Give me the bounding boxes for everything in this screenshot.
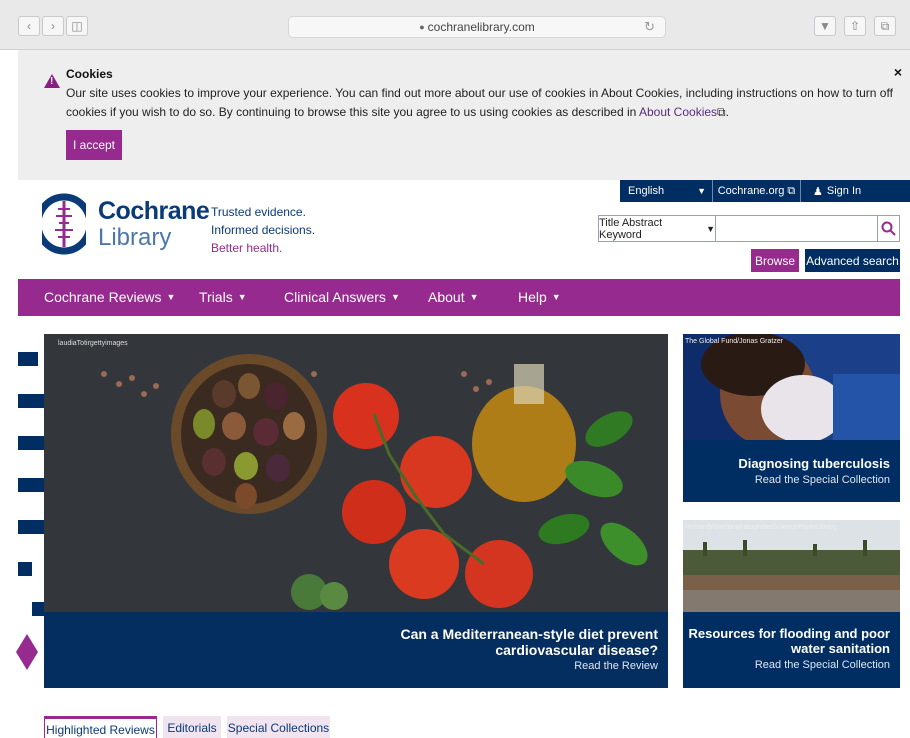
reload-icon[interactable]: ↻: [644, 19, 655, 35]
cookie-banner: Cookies Our site uses cookies to improve…: [18, 50, 910, 180]
cochrane-org-label: Cochrane.org: [717, 185, 785, 197]
forward-button[interactable]: ›: [42, 16, 64, 36]
card-title[interactable]: Resources for flooding and poor water sa…: [685, 626, 890, 656]
tab-editorials[interactable]: Editorials: [163, 716, 221, 738]
cochrane-org-link[interactable]: Cochrane.org ⧉: [713, 180, 801, 202]
cookie-text-end: .: [725, 105, 729, 119]
caret-down-icon: ▼: [390, 292, 400, 302]
card-photo-child: [683, 334, 900, 440]
language-select[interactable]: English ▼: [620, 180, 713, 202]
accept-cookies-button[interactable]: I accept: [66, 130, 122, 160]
sign-in-label: Sign In: [826, 185, 862, 197]
card-title[interactable]: Diagnosing tuberculosis: [685, 456, 890, 471]
about-cookies-link[interactable]: About Cookies: [639, 105, 717, 119]
nav-about[interactable]: About ▼: [428, 289, 479, 305]
external-link-icon: ⧉: [787, 184, 796, 197]
nav-label: Clinical Answers: [284, 289, 386, 305]
nav-label: Cochrane Reviews: [44, 289, 162, 305]
hero-feature[interactable]: laudiaTotirgettyimages Can a Mediterrane…: [44, 334, 668, 688]
sidebar-toggle-button[interactable]: ◫: [66, 16, 88, 36]
card-read-link[interactable]: Read the Special Collection: [755, 659, 890, 671]
download-icon: ▼: [819, 19, 831, 33]
hero-image-credit: laudiaTotirgettyimages: [58, 340, 128, 347]
cookie-text-body: Our site uses cookies to improve your ex…: [66, 86, 893, 119]
search-input[interactable]: [716, 215, 878, 242]
sidebar-icon: ◫: [71, 19, 83, 33]
share-button[interactable]: ⇧: [844, 16, 866, 36]
nav-trials[interactable]: Trials ▼: [199, 289, 247, 305]
share-icon: ⇧: [849, 19, 861, 33]
card-read-link[interactable]: Read the Special Collection: [755, 474, 890, 486]
main-nav: Cochrane Reviews ▼ Trials ▼ Clinical Answe…: [18, 279, 900, 316]
tab-special-collections[interactable]: Special Collections: [227, 716, 330, 738]
external-link-icon: ⧉: [717, 105, 726, 119]
search-field-select[interactable]: Title Abstract Keyword ▼: [598, 215, 716, 242]
history-buttons: ‹ ›: [18, 16, 64, 36]
tab-highlighted-reviews[interactable]: Highlighted Reviews: [44, 716, 157, 738]
decorative-bar: [18, 436, 44, 450]
browse-button[interactable]: Browse: [751, 249, 799, 272]
caret-down-icon: ▼: [237, 292, 247, 302]
close-icon[interactable]: ×: [894, 64, 902, 80]
cookie-text: Our site uses cookies to improve your ex…: [66, 84, 901, 122]
feature-card-tuberculosis[interactable]: The Global Fund/Jonas Gratzer Diagnosing…: [683, 334, 900, 502]
tagline-line-2: Informed decisions.: [211, 223, 316, 237]
cochrane-logo-icon[interactable]: [42, 193, 86, 255]
browser-tools: ▼ ⇧ ⧉: [814, 16, 896, 36]
address-bar[interactable]: ● cochranelibrary.com ↻: [288, 16, 666, 38]
back-button[interactable]: ‹: [18, 16, 40, 36]
tagline: Trusted evidence. Informed decisions. Be…: [211, 203, 315, 257]
nav-label: About: [428, 289, 465, 305]
cookie-title: Cookies: [66, 67, 113, 81]
utility-bar: English ▼ Cochrane.org ⧉ ♟ Sign In: [620, 180, 910, 202]
decorative-bar: [18, 352, 38, 366]
address-url: cochranelibrary.com: [427, 20, 535, 34]
decorative-bar: [18, 562, 32, 576]
hero-read-link[interactable]: Read the Review: [574, 660, 658, 672]
hero-caption: Can a Mediterranean-style diet prevent c…: [44, 612, 668, 688]
warning-icon: [44, 74, 60, 88]
tagline-line-3: Better health.: [211, 241, 283, 255]
caret-down-icon: ▼: [551, 292, 561, 302]
nav-cochrane-reviews[interactable]: Cochrane Reviews ▼: [44, 289, 175, 305]
search-field-label: Title Abstract Keyword: [599, 216, 663, 241]
chevron-down-icon: ▼: [706, 223, 715, 234]
card-image-credit: RichardWarehamFotografie/SciencePhotoLib…: [685, 524, 838, 531]
downloads-button[interactable]: ▼: [814, 16, 836, 36]
caret-down-icon: ▼: [166, 292, 176, 302]
card-photo-flood: [683, 520, 900, 612]
search-icon: [881, 221, 896, 236]
tabs-button[interactable]: ⧉: [874, 16, 896, 36]
nav-clinical-answers[interactable]: Clinical Answers ▼: [284, 289, 400, 305]
language-label: English: [628, 185, 665, 197]
logo-subtitle[interactable]: Library: [98, 224, 171, 252]
feature-card-flooding[interactable]: RichardWarehamFotografie/SciencePhotoLib…: [683, 520, 900, 688]
caret-down-icon: ▼: [469, 292, 479, 302]
tabs-icon: ⧉: [880, 18, 890, 33]
logo-name[interactable]: Cochrane: [98, 198, 210, 224]
hero-title[interactable]: Can a Mediterranean-style diet prevent c…: [358, 626, 658, 658]
browser-toolbar: ‹ › ◫ ● cochranelibrary.com ↻ ▼ ⇧ ⧉: [0, 0, 910, 50]
tagline-line-1: Trusted evidence.: [211, 205, 306, 219]
nav-label: Trials: [199, 289, 233, 305]
nav-label: Help: [518, 289, 547, 305]
chevron-down-icon: ▼: [697, 186, 706, 196]
sign-in-link[interactable]: ♟ Sign In: [801, 180, 910, 202]
diamond-icon: [16, 634, 38, 670]
advanced-search-button[interactable]: Advanced search: [805, 249, 900, 272]
nav-help[interactable]: Help ▼: [518, 289, 561, 305]
card-image-credit: The Global Fund/Jonas Gratzer: [685, 338, 784, 345]
search-button[interactable]: [878, 215, 900, 242]
lock-icon: ●: [419, 22, 425, 32]
user-icon: ♟: [813, 185, 823, 198]
